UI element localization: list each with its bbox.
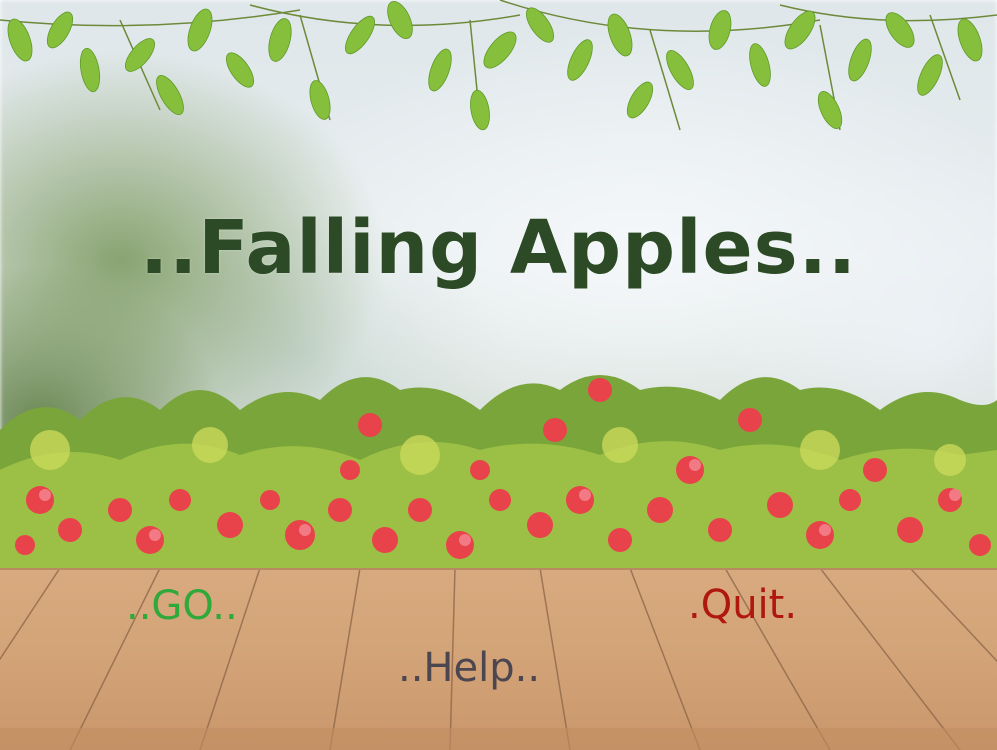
quit-button[interactable]: .Quit. — [688, 582, 797, 628]
game-menu-scene: ..Falling Apples.. ..GO.. .Quit. ..Help.… — [0, 0, 997, 750]
help-button[interactable]: ..Help.. — [398, 645, 540, 691]
leaf-canopy — [0, 0, 997, 131]
flower-hedge — [0, 375, 997, 580]
game-title: ..Falling Apples.. — [140, 205, 857, 291]
go-button[interactable]: ..GO.. — [126, 583, 238, 629]
